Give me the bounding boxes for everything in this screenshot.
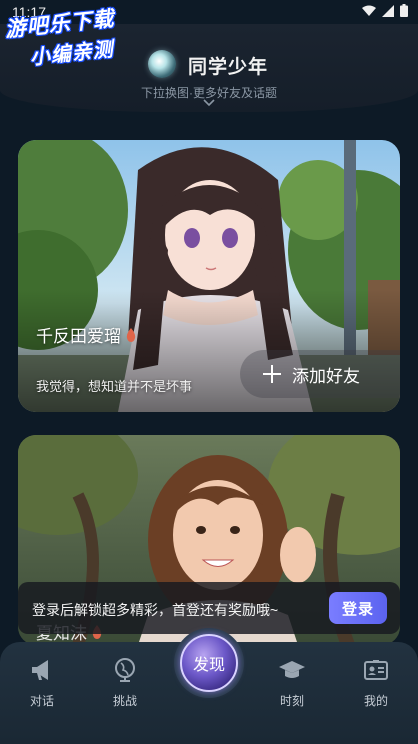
megaphone-icon: [32, 660, 48, 680]
discover-button[interactable]: 发现: [180, 634, 238, 692]
login-banner: 登录后解锁超多精彩，首登还有奖励哦~ 登录: [18, 582, 400, 634]
app-logo: [148, 50, 176, 78]
nav-item-moments[interactable]: 时刻: [257, 656, 327, 709]
nav-item-chat[interactable]: 对话: [7, 656, 77, 709]
nav-label: 时刻: [279, 694, 304, 708]
wifi-icon: [362, 5, 376, 16]
page-title: 同学少年: [188, 57, 269, 78]
nav-label: 我的: [363, 694, 388, 708]
watermark: 游吧乐下载 小编亲测: [3, 2, 119, 72]
character-quote: 我觉得，想知道并不是坏事: [36, 379, 193, 394]
character-card[interactable]: 千反田爱瑠 我觉得，想知道并不是坏事 添加好友: [18, 140, 400, 412]
id-card-icon: [364, 660, 388, 680]
character-name: 千反田爱瑠: [36, 322, 137, 347]
nav-label: 对话: [29, 694, 54, 708]
battery-icon: [400, 4, 408, 17]
login-prompt-text: 登录后解锁超多精彩，首登还有奖励哦~: [32, 602, 279, 618]
chevron-down-icon[interactable]: [203, 99, 215, 107]
discover-label: 发现: [192, 655, 225, 674]
globe-icon: [115, 658, 135, 682]
nav-item-challenge[interactable]: 挑战: [90, 656, 160, 709]
signal-icon: [382, 4, 394, 17]
plus-icon: [263, 365, 281, 383]
nav-label: 挑战: [112, 694, 137, 708]
nav-item-mine[interactable]: 我的: [341, 656, 411, 709]
graduation-cap-icon: [279, 661, 305, 678]
character-name-text: 千反田爱瑠: [36, 327, 121, 346]
status-icons: [362, 4, 408, 17]
flame-icon: [126, 327, 136, 342]
login-button[interactable]: 登录: [329, 592, 387, 624]
add-friend-button[interactable]: 添加好友: [240, 350, 400, 398]
add-friend-label: 添加好友: [292, 366, 360, 386]
